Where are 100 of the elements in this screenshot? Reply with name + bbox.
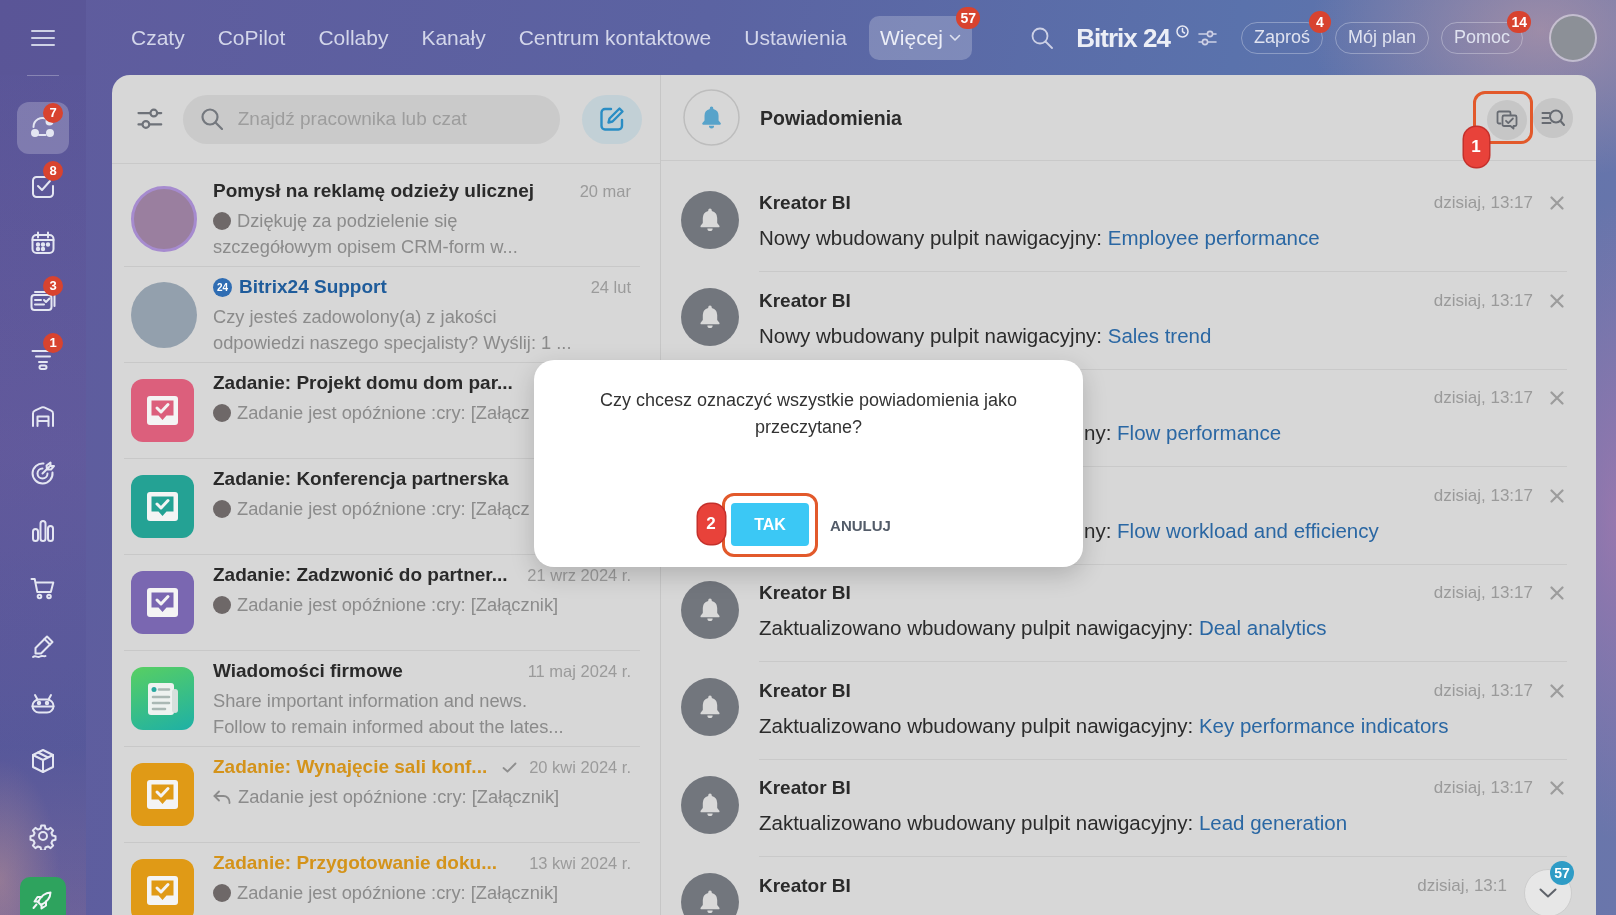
avatar-placeholder xyxy=(213,403,231,422)
counter-badge: 57 xyxy=(1550,861,1574,885)
nav-tab[interactable]: Kanały xyxy=(410,15,497,60)
counter-badge: 1 xyxy=(43,333,63,353)
avatar-placeholder xyxy=(213,211,231,230)
chat-title: Pomysł na reklamę odzieży ulicznej xyxy=(213,179,534,203)
notification-time: dzisiaj, 13:17 xyxy=(1433,192,1533,214)
counter-badge: 8 xyxy=(43,160,63,181)
logo-text: Bitrix 24 xyxy=(1076,22,1170,53)
message-preview: szczegółowym opisem CRM-form w... xyxy=(213,234,518,259)
chat-date: 20 mar xyxy=(579,183,631,199)
chat-date: 24 lut xyxy=(590,279,631,295)
calendar-icon xyxy=(29,229,57,257)
target-icon xyxy=(29,459,57,487)
menu-icon[interactable] xyxy=(31,28,55,47)
notification-text: Nowy wbudowany pulpit nawigacyjny: Employee performance xyxy=(759,225,1320,251)
chat-check-icon xyxy=(1496,110,1518,130)
notification-link[interactable]: Deal analytics xyxy=(1198,616,1327,639)
notification-link[interactable]: Sales trend xyxy=(1107,323,1212,347)
sidebar-button[interactable] xyxy=(17,102,69,154)
message-preview: Zadanie jest opóźnione :cry: [Załącznik] xyxy=(238,785,560,809)
message-preview: Zadanie jest opóźnione :cry: [Załącz xyxy=(237,401,530,425)
chat-title: Zadanie: Zadzwonić do partner... xyxy=(213,563,508,587)
avatar-placeholder xyxy=(213,595,231,614)
clock-icon xyxy=(1175,24,1189,38)
nav-tab[interactable]: Collaby xyxy=(307,15,400,60)
cube-icon xyxy=(29,746,57,775)
bot-badge: 24 xyxy=(213,277,232,297)
chat-date: 20 kwi 2024 r. xyxy=(529,759,631,775)
notification-link[interactable]: Key performance indicators xyxy=(1198,713,1449,737)
notification-link[interactable]: Employee performance xyxy=(1107,226,1320,249)
notification-title: Kreator BI xyxy=(759,191,851,215)
chat-title: Zadanie: Projekt domu dom par... xyxy=(213,371,513,395)
notification-title: Kreator BI xyxy=(759,288,851,313)
chat-title: Zadanie: Konferencja partnerska xyxy=(213,467,509,491)
step-marker: 1 xyxy=(1463,127,1489,167)
notification-time: dzisiaj, 13:17 xyxy=(1433,484,1533,507)
notification-text: Nowy wbudowany pulpit nawigacyjny: Sales trend xyxy=(759,322,1212,349)
notification-time: dzisiaj, 13:17 xyxy=(1433,387,1533,409)
notification-title: Kreator BI xyxy=(759,678,851,703)
bell-icon xyxy=(681,190,739,249)
compose-button[interactable] xyxy=(581,94,642,144)
notification-text: ny: Flow workload and efficiency xyxy=(1084,517,1379,544)
message-preview: Follow to remain informed about the lates... xyxy=(213,714,564,739)
bell-icon xyxy=(681,288,739,346)
message-preview: Czy jesteś zadowolony(a) z jakości xyxy=(213,305,497,329)
notification-text: Zaktualizowano wbudowany pulpit nawigacyjny: Deal analytics xyxy=(759,615,1327,641)
chat-title: Bitrix24 Support xyxy=(239,275,387,299)
notification-link[interactable]: Flow workload and efficiency xyxy=(1117,518,1379,542)
notification-time: dzisiaj, 13:1 xyxy=(1417,874,1507,897)
bell-icon xyxy=(681,678,739,736)
panel-title: Powiadomienia xyxy=(760,105,902,131)
caret-icon xyxy=(949,33,961,42)
message-preview: odpowiedzi naszego specjalisty? Wyślij: 1 ... xyxy=(213,330,572,355)
rocket-icon xyxy=(20,876,66,915)
list-search-icon xyxy=(1541,107,1565,128)
search-button[interactable] xyxy=(1533,97,1573,138)
bell-icon xyxy=(681,580,739,639)
nav-tab[interactable]: CoPilot xyxy=(206,15,297,60)
chat-title: Zadanie: Przygotowanie doku... xyxy=(213,851,497,875)
chat-date: 11 maj 2024 r. xyxy=(527,663,631,679)
notification-title: Kreator BI xyxy=(759,776,851,800)
bell-icon xyxy=(681,775,739,834)
mark-read-button[interactable] xyxy=(1487,100,1527,140)
nav-tab[interactable]: Czaty xyxy=(120,15,196,60)
cancel-button[interactable]: ANULUJ xyxy=(826,503,895,547)
counter-badge: 57 xyxy=(956,6,980,29)
bell-icon xyxy=(683,89,740,146)
notification-link[interactable]: Flow performance xyxy=(1117,421,1282,444)
message-preview: Share important information and news. xyxy=(213,689,527,713)
reply-icon xyxy=(213,789,231,804)
notification-text: Zaktualizowano wbudowany pulpit nawigacyjny: Key performance indicators xyxy=(759,712,1449,739)
counter-badge: 7 xyxy=(43,103,63,123)
chat-date: 13 kwi 2024 r. xyxy=(529,855,631,871)
notification-time: dzisiaj, 13:17 xyxy=(1433,777,1533,799)
notification-link[interactable]: Lead generation xyxy=(1198,811,1348,834)
notification-text: Zaktualizowano wbudowany pulpit nawigacyjny: Lead generation xyxy=(759,810,1348,836)
sliders-icon[interactable] xyxy=(137,108,163,130)
message-preview: Zadanie jest opóźnione :cry: [Załącz xyxy=(237,497,530,521)
chat-date: 21 wrz 2024 r. xyxy=(527,567,631,583)
sliders-icon[interactable] xyxy=(1197,28,1217,47)
notification-time: dzisiaj, 13:17 xyxy=(1433,679,1533,702)
nav-tab[interactable]: Centrum kontaktowe xyxy=(507,15,723,60)
counter-badge: 14 xyxy=(1507,10,1531,33)
chat-title: Zadanie: Wynajęcie sali konf... xyxy=(213,755,488,779)
step-marker: 2 xyxy=(697,504,725,544)
edit-icon xyxy=(598,106,625,132)
chat-title: Wiadomości firmowe xyxy=(213,659,403,683)
counter-badge: 4 xyxy=(1308,10,1331,33)
chevron-down-icon xyxy=(1539,888,1557,898)
nav-tab[interactable]: Ustawienia xyxy=(733,15,858,60)
search-icon[interactable] xyxy=(1031,26,1054,49)
message-preview: Zadanie jest opóźnione :cry: [Załącznik] xyxy=(237,881,559,905)
newspaper-icon xyxy=(131,667,194,730)
scroll-down-button[interactable] xyxy=(1524,869,1572,915)
notification-time: dzisiaj, 13:17 xyxy=(1433,582,1533,604)
notification-title: Kreator BI xyxy=(759,873,851,898)
counter-badge: 3 xyxy=(43,275,63,296)
notification-text: ny: Flow performance xyxy=(1084,420,1282,446)
search-icon xyxy=(200,108,223,130)
